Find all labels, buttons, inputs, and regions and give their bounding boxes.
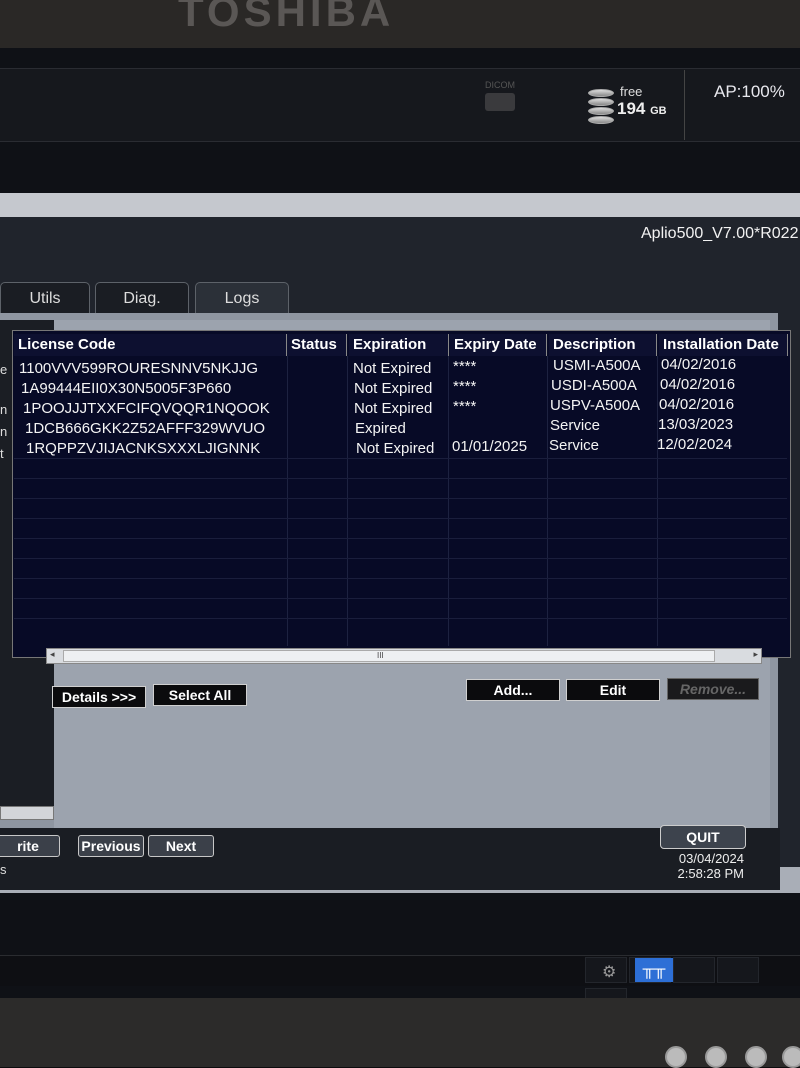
edit-button[interactable]: Edit xyxy=(566,679,660,701)
status-bar xyxy=(0,68,800,142)
grid-line xyxy=(14,598,787,599)
grid-line xyxy=(14,618,787,619)
scroll-right-icon[interactable]: ▸ xyxy=(753,649,758,660)
tab-utils[interactable]: Utils xyxy=(0,282,90,315)
current-date: 03/04/2024 xyxy=(678,851,744,866)
grid-line xyxy=(14,578,787,579)
grid-line xyxy=(14,498,787,499)
cell-license-code[interactable]: 1DCB666GKK2Z52AFFF329WVUO xyxy=(25,420,265,437)
free-space-unit: GB xyxy=(650,105,667,117)
side-fragment: s xyxy=(0,862,7,877)
header-expiry-date[interactable]: Expiry Date xyxy=(450,334,547,356)
scroll-thumb[interactable]: III xyxy=(63,650,715,662)
control-knob xyxy=(745,1046,767,1068)
header-installation-date[interactable]: Installation Date xyxy=(659,334,788,356)
current-time: 2:58:28 PM xyxy=(677,866,745,881)
grid-line xyxy=(14,558,787,559)
cell-installation-date[interactable]: 13/03/2023 xyxy=(658,416,733,433)
remove-button[interactable]: Remove... xyxy=(667,678,759,700)
monitor-bezel-top xyxy=(0,0,800,48)
free-space-value: 194 GB xyxy=(617,99,667,119)
side-fragment: n xyxy=(0,402,8,417)
cell-expiration[interactable]: Not Expired xyxy=(353,360,431,377)
write-button[interactable]: rite xyxy=(0,835,60,857)
cell-description[interactable]: Service xyxy=(549,437,599,454)
header-expiration[interactable]: Expiration xyxy=(349,334,449,356)
free-space-label: free xyxy=(620,84,643,99)
cell-expiration[interactable]: Not Expired xyxy=(356,440,434,457)
scroll-left-icon[interactable]: ◂ xyxy=(50,649,55,660)
quit-button[interactable]: QUIT xyxy=(660,825,746,849)
cell-expiry-date[interactable]: **** xyxy=(453,378,476,395)
dicom-icon: DICOM xyxy=(483,80,517,116)
date-time: 03/04/2024 2:58:28 PM xyxy=(660,851,745,881)
grid-line xyxy=(14,538,787,539)
grid-line xyxy=(547,356,548,646)
add-button[interactable]: Add... xyxy=(466,679,560,701)
grid-line xyxy=(287,356,288,646)
software-version: Aplio500_V7.00*R022 xyxy=(641,225,799,242)
control-knob xyxy=(782,1046,800,1068)
header-license-code[interactable]: License Code xyxy=(14,334,287,356)
tab-logs[interactable]: Logs xyxy=(195,282,289,315)
details-button[interactable]: Details >>> xyxy=(52,686,146,708)
patient-bed-icon[interactable]: ╥╥ xyxy=(635,958,673,982)
status-divider xyxy=(684,70,685,140)
cell-description[interactable]: USDI-A500A xyxy=(551,377,637,394)
cell-expiry-date[interactable]: **** xyxy=(453,358,476,375)
cell-installation-date[interactable]: 04/02/2016 xyxy=(659,396,734,413)
header-status[interactable]: Status xyxy=(287,334,347,356)
acoustic-power: AP:100% xyxy=(714,82,785,101)
cell-license-code[interactable]: 1A99444EII0X30N5005F3P660 xyxy=(21,380,231,397)
cell-expiration[interactable]: Not Expired xyxy=(354,400,432,417)
brand-logo: TOSHIBA xyxy=(178,0,395,35)
side-fragment: n xyxy=(0,424,8,439)
cell-expiration[interactable]: Expired xyxy=(355,420,406,437)
cell-expiry-date[interactable]: 01/01/2025 xyxy=(452,438,527,455)
header-description[interactable]: Description xyxy=(549,334,657,356)
cell-expiration[interactable]: Not Expired xyxy=(354,380,432,397)
cell-installation-date[interactable]: 04/02/2016 xyxy=(661,356,736,373)
control-knob xyxy=(705,1046,727,1068)
grid-line xyxy=(657,356,658,646)
cell-description[interactable]: USPV-A500A xyxy=(550,397,640,414)
free-space-number: 194 xyxy=(617,99,646,118)
grid-line xyxy=(14,518,787,519)
horizontal-scrollbar[interactable]: ◂ III ▸ xyxy=(46,648,762,664)
side-scrollbar[interactable] xyxy=(0,806,54,820)
probe-icon[interactable]: ⚙ xyxy=(602,962,622,982)
cell-installation-date[interactable]: 04/02/2016 xyxy=(660,376,735,393)
grid-line xyxy=(14,458,787,459)
grid-line xyxy=(448,356,449,646)
grid-line xyxy=(347,356,348,646)
cell-license-code[interactable]: 1100VVV599ROURESNNV5NKJJG xyxy=(19,360,258,377)
next-button[interactable]: Next xyxy=(148,835,214,857)
tab-diag[interactable]: Diag. xyxy=(95,282,189,315)
cell-license-code[interactable]: 1POOJJJTXXFCIFQVQQR1NQOOK xyxy=(23,400,270,417)
side-fragment: e xyxy=(0,362,8,377)
disk-icon xyxy=(588,89,614,124)
cell-description[interactable]: USMI-A500A xyxy=(553,357,641,374)
cell-installation-date[interactable]: 12/02/2024 xyxy=(657,436,732,453)
scroll-grip: III xyxy=(377,651,384,660)
grid-line xyxy=(14,478,787,479)
cell-expiry-date[interactable]: **** xyxy=(453,398,476,415)
control-knob xyxy=(665,1046,687,1068)
window-header xyxy=(0,193,800,218)
previous-button[interactable]: Previous xyxy=(78,835,144,857)
side-fragment: t xyxy=(0,446,4,461)
cell-license-code[interactable]: 1RQPPZVJIJACNKSXXXLJIGNNK xyxy=(26,440,260,457)
select-all-button[interactable]: Select All xyxy=(153,684,247,706)
cell-description[interactable]: Service xyxy=(550,417,600,434)
dicom-label: DICOM xyxy=(485,80,515,90)
